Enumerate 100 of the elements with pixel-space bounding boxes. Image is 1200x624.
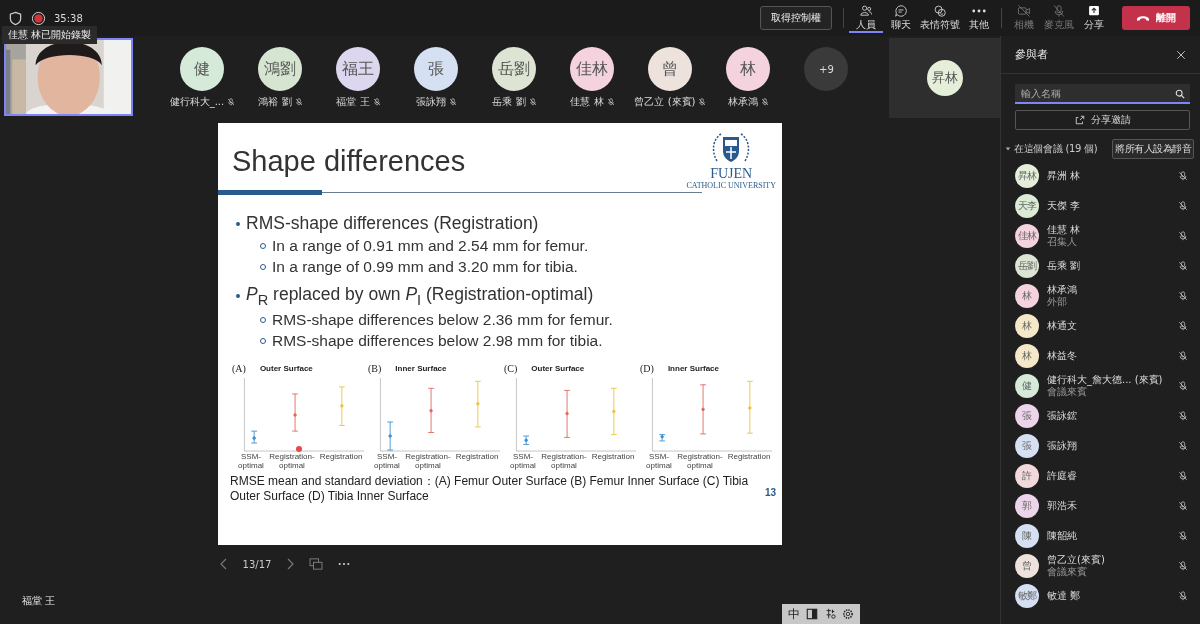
mic-off-icon	[1052, 3, 1066, 18]
figure-letter: (C)	[504, 363, 518, 374]
logo-subtitle: CATHOLIC UNIVERSITY	[686, 181, 776, 190]
avatar: 林	[1015, 284, 1039, 308]
axis-label: SSM-optimal	[645, 451, 673, 470]
avatar[interactable]: 岳劉	[492, 47, 537, 91]
share-invite-button[interactable]: 分享邀請	[1015, 110, 1190, 130]
more-icon	[972, 8, 986, 13]
avatar: 健	[1015, 374, 1039, 398]
participant-name[interactable]: 岳乘 劉	[1047, 260, 1170, 272]
axis-label: Registration	[318, 451, 364, 463]
participant-name: 健行科大_...	[169, 95, 225, 109]
participant-role: 會議來賓	[1047, 386, 1088, 398]
punctuation-icon[interactable]	[824, 608, 836, 620]
bullet-text: In a range of 0.91 mm and 2.54 mm for femur.	[272, 237, 589, 255]
avatar[interactable]: 福王	[336, 47, 381, 91]
axis-label: Registration-optimal	[540, 451, 588, 470]
participant-name[interactable]: 張詠鋐	[1047, 410, 1170, 422]
avatar[interactable]: 健	[180, 47, 225, 91]
bullet-dot	[236, 221, 240, 226]
figure-letter: (A)	[232, 363, 246, 374]
laser-pointer-dot	[296, 445, 302, 452]
search-field[interactable]: 輸入名稱	[1015, 84, 1190, 104]
avatar: 陳	[1015, 524, 1039, 548]
avatar[interactable]: 張	[414, 47, 459, 91]
camera-off-icon	[1017, 3, 1031, 18]
participant-name[interactable]: 許庭睿	[1047, 470, 1170, 482]
avatar[interactable]: 佳林	[570, 47, 615, 91]
participant-name: 林承鴻	[727, 95, 758, 109]
settings-icon[interactable]	[842, 608, 854, 620]
avatar: 岳劉	[1015, 254, 1039, 278]
avatar: 林	[1015, 314, 1039, 338]
axis-label: Registration	[454, 451, 500, 463]
participant-name[interactable]: 曾乙立(來賓)	[1047, 554, 1170, 566]
chat-icon	[894, 3, 908, 18]
half-width-icon[interactable]	[806, 608, 818, 620]
participant-name[interactable]: 林承鴻	[1047, 284, 1170, 296]
emoji-icon	[933, 3, 947, 18]
avatar: 昇林	[926, 60, 963, 96]
logo-name: FUJEN	[710, 167, 753, 181]
avatar: 張	[1015, 434, 1039, 458]
ime-mode-button[interactable]: 中	[788, 605, 800, 623]
toolbar-tab[interactable]: 其他	[962, 3, 996, 33]
participant-name[interactable]: 佳慧 林	[1047, 224, 1170, 236]
figure-title: Outer Surface	[259, 364, 313, 373]
slide-title: Shape differences	[232, 145, 466, 178]
overflow-count[interactable]: +9	[804, 47, 849, 91]
participant-name: 曾乙立 (來賓)	[634, 95, 696, 109]
toolbar-tab[interactable]: 聊天	[884, 3, 918, 33]
avatar: 敏鄭	[1015, 584, 1039, 608]
take-control-button[interactable]: 取得控制權	[760, 6, 832, 30]
participant-name[interactable]: 郭浩禾	[1047, 500, 1170, 512]
slide-counter: 13/17	[242, 558, 272, 570]
avatar: 曾	[1015, 554, 1039, 578]
participant-name[interactable]: 昇洲 林	[1047, 170, 1170, 182]
avatar: 郭	[1015, 494, 1039, 518]
participant-role: 會議來賓	[1047, 566, 1088, 578]
participant-name[interactable]: 健行科大_詹大德... (來賓)	[1047, 374, 1170, 386]
mute-all-button[interactable]: 將所有人設為靜音	[1112, 139, 1194, 159]
avatar[interactable]: 林	[726, 47, 771, 91]
people-icon	[859, 3, 873, 18]
bullet-text: RMS-shape differences (Registration)	[246, 213, 539, 234]
avatar: 天李	[1015, 194, 1039, 218]
toolbar-button[interactable]: 分享	[1077, 3, 1111, 33]
shield-icon[interactable]	[8, 10, 23, 26]
participant-name[interactable]: 林益冬	[1047, 350, 1170, 362]
axis-label: Registration	[590, 451, 636, 463]
leave-button[interactable]: 離開	[1122, 6, 1190, 30]
axis-label: Registration-optimal	[268, 451, 316, 470]
participant-name[interactable]: 陳韶純	[1047, 530, 1170, 542]
figure-title: Inner Surface	[395, 364, 447, 373]
participant-name[interactable]: 敏達 鄭	[1047, 590, 1170, 602]
caret-icon	[1005, 146, 1011, 152]
next-slide-icon[interactable]	[285, 557, 296, 571]
figure-title: Outer Surface	[531, 364, 585, 373]
toolbar-tab[interactable]: 人員	[849, 3, 883, 33]
toolbar-tab[interactable]: 表情符號	[919, 3, 961, 33]
share-icon	[1074, 115, 1085, 125]
avatar: 張	[1015, 404, 1039, 428]
section-toggle[interactable]: 在這個會議 (19 個)	[1005, 142, 1098, 156]
previous-slide-icon[interactable]	[218, 557, 229, 571]
search-icon[interactable]	[1175, 89, 1185, 99]
slides-icon[interactable]	[309, 558, 324, 570]
axis-label: SSM-optimal	[373, 451, 401, 470]
axis-label: SSM-optimal	[509, 451, 537, 470]
avatar[interactable]: 曾	[648, 47, 693, 91]
bullet-text: In a range of 0.99 mm and 3.20 mm for tibia.	[272, 258, 578, 276]
avatar: 許	[1015, 464, 1039, 488]
avatar[interactable]: 鴻劉	[258, 47, 303, 91]
participant-name: 佳慧 林	[570, 95, 604, 109]
participant-name[interactable]: 張詠翔	[1047, 440, 1170, 452]
figure-title: Inner Surface	[667, 364, 720, 373]
bullet-text: RMS-shape differences below 2.98 mm for tibia.	[272, 331, 603, 350]
participant-name: 鴻裕 劉	[258, 95, 292, 109]
participant-name[interactable]: 林通文	[1047, 320, 1170, 332]
participant-name[interactable]: 天傑 李	[1047, 200, 1170, 212]
presenter-name: 福堂 王	[22, 594, 56, 608]
close-icon[interactable]	[1176, 49, 1186, 60]
figure-letter: (B)	[368, 363, 382, 374]
panel-title: 參與者	[1015, 47, 1048, 62]
